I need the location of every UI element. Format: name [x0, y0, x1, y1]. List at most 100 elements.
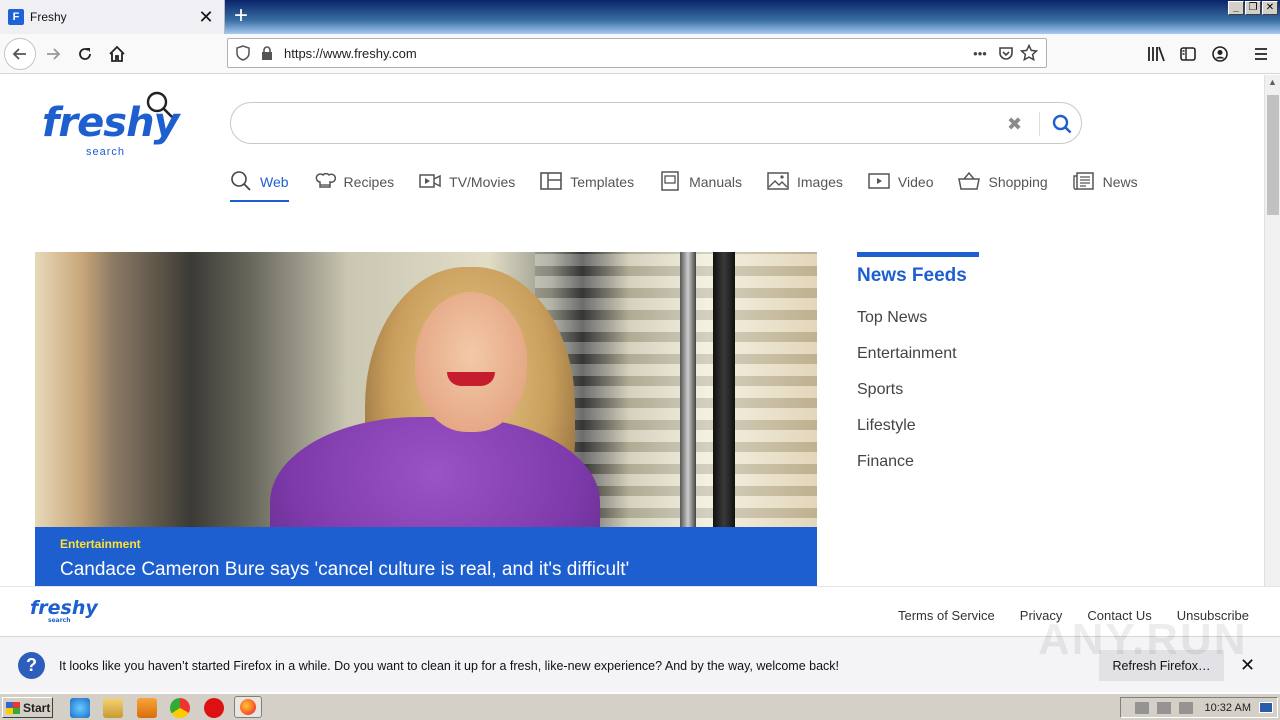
home-icon [109, 45, 125, 62]
feed-item-top-news[interactable]: Top News [857, 309, 1157, 345]
hamburger-menu-icon [1255, 48, 1267, 60]
url-text[interactable]: https://www.freshy.com [284, 46, 968, 61]
hero-face [415, 292, 527, 432]
search-categories: Web Recipes TV/Movies Templates Manuals … [230, 168, 1163, 202]
tab-label: Templates [570, 174, 635, 190]
feed-item-lifestyle[interactable]: Lifestyle [857, 417, 1157, 453]
menu-button[interactable] [1249, 42, 1273, 66]
shopping-basket-icon [958, 171, 981, 190]
tab-tv-movies[interactable]: TV/Movies [419, 168, 515, 202]
flag-icon[interactable] [1178, 701, 1193, 714]
tab-images[interactable]: Images [767, 168, 843, 202]
freshy-favicon-icon: F [8, 9, 24, 25]
search-submit-icon[interactable] [1051, 113, 1073, 135]
account-icon [1212, 46, 1228, 62]
video-icon [868, 173, 890, 189]
tab-shopping[interactable]: Shopping [958, 168, 1048, 202]
feed-item-finance[interactable]: Finance [857, 453, 1157, 489]
scroll-thumb[interactable] [1267, 95, 1279, 215]
page-scrollbar[interactable]: ▲ [1264, 75, 1280, 586]
clear-search-icon[interactable]: ✖ [1007, 114, 1022, 135]
show-desktop-icon[interactable] [1259, 702, 1273, 713]
back-button[interactable] [4, 38, 36, 70]
search-input[interactable] [251, 113, 991, 135]
sidebar-icon [1180, 47, 1196, 61]
folder-icon[interactable] [103, 698, 123, 718]
tab-web[interactable]: Web [230, 168, 289, 202]
tab-label: TV/Movies [449, 174, 516, 190]
logo-sub: search [86, 146, 126, 158]
question-icon: ? [18, 652, 45, 679]
template-icon [540, 172, 563, 190]
footer-logo-word: freshy [30, 597, 98, 619]
news-feeds-list: Top News Entertainment Sports Lifestyle … [857, 309, 1157, 489]
freshy-logo[interactable]: freshy search [42, 90, 182, 165]
feed-item-entertainment[interactable]: Entertainment [857, 345, 1157, 381]
title-bar: F Freshy ✕ + _ ❐ ✕ [0, 0, 1280, 34]
terms-link[interactable]: Terms of Service [898, 608, 995, 623]
start-button[interactable]: Start [2, 697, 53, 718]
window-controls: _ ❐ ✕ [1228, 1, 1278, 15]
image-icon [767, 172, 789, 190]
page-actions-icon[interactable]: ••• [968, 46, 992, 61]
tab-label: Recipes [343, 174, 395, 190]
opera-icon[interactable] [204, 698, 224, 718]
firefox-taskbar-button[interactable] [234, 696, 262, 718]
tab-manuals[interactable]: Manuals [659, 168, 742, 202]
library-icon [1148, 46, 1165, 62]
clock[interactable]: 10:32 AM [1205, 702, 1251, 714]
web-page: freshy search ✖ Web Recipes TV/Movies Te… [0, 75, 1264, 586]
news-feeds-title: News Feeds [857, 265, 967, 286]
search-box: ✖ [230, 102, 1082, 144]
film-icon [419, 174, 441, 188]
scroll-up-icon[interactable]: ▲ [1268, 77, 1277, 87]
feed-item-sports[interactable]: Sports [857, 381, 1157, 417]
forward-arrow-icon [47, 48, 61, 60]
newspaper-icon [1072, 172, 1094, 190]
logo-magnifier-icon [146, 91, 173, 118]
chef-hat-icon [315, 172, 336, 188]
tab-video[interactable]: Video [868, 168, 934, 202]
chrome-icon[interactable] [170, 698, 190, 718]
news-feeds: News Feeds Top News Entertainment Sports… [857, 252, 1157, 489]
taskbar: Start 10:32 AM [0, 693, 1280, 720]
library-button[interactable] [1144, 42, 1168, 66]
media-player-icon[interactable] [137, 698, 157, 718]
tab-label: Web [260, 174, 289, 190]
search-divider [1039, 112, 1040, 136]
internet-explorer-icon[interactable] [70, 698, 90, 718]
reload-button[interactable] [71, 40, 99, 68]
new-tab-button[interactable]: + [228, 3, 254, 29]
lock-icon [262, 46, 272, 60]
browser-tab[interactable]: F Freshy ✕ [0, 0, 225, 34]
watermark: ANY.RUN [1038, 615, 1248, 664]
volume-icon[interactable] [1134, 701, 1149, 714]
minimize-button[interactable]: _ [1228, 1, 1244, 15]
tab-templates[interactable]: Templates [540, 168, 634, 202]
windows-logo-icon [6, 701, 20, 714]
bookmark-star-icon[interactable] [1020, 44, 1038, 62]
tab-close-icon[interactable]: ✕ [196, 7, 216, 28]
home-button[interactable] [103, 40, 131, 68]
forward-button[interactable] [39, 40, 67, 68]
tab-news[interactable]: News [1072, 168, 1138, 202]
tab-label: Video [897, 174, 934, 190]
sidebar-button[interactable] [1176, 42, 1200, 66]
hero-title[interactable]: Candace Cameron Bure says 'cancel cultur… [60, 559, 792, 581]
tab-title: Freshy [30, 10, 67, 24]
footer-logo-sub: search [48, 617, 71, 624]
close-window-button[interactable]: ✕ [1262, 1, 1278, 15]
network-icon[interactable] [1156, 701, 1171, 714]
hero-article[interactable]: Entertainment Candace Cameron Bure says … [35, 252, 817, 586]
reload-icon [79, 48, 91, 60]
restore-button[interactable]: ❐ [1245, 1, 1261, 15]
system-tray: 10:32 AM [1120, 697, 1278, 718]
address-bar[interactable]: https://www.freshy.com ••• [227, 38, 1047, 68]
account-button[interactable] [1208, 42, 1232, 66]
tab-recipes[interactable]: Recipes [314, 168, 395, 202]
tab-label: Shopping [988, 174, 1048, 190]
pocket-icon[interactable] [998, 45, 1014, 61]
shield-icon [236, 45, 250, 61]
footer-logo[interactable]: freshy search [30, 597, 98, 624]
hero-category[interactable]: Entertainment [60, 537, 792, 551]
